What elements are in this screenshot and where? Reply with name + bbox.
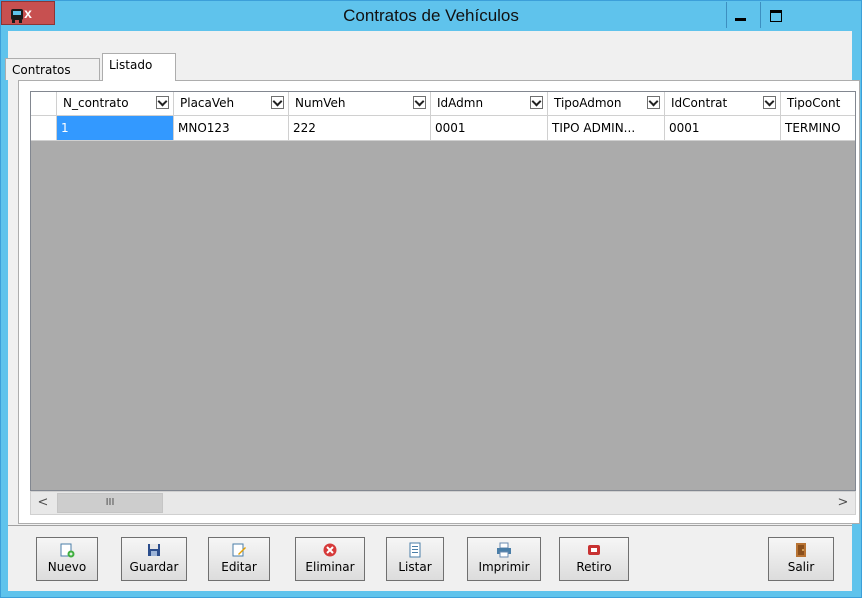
salir-button[interactable]: Salir <box>768 537 834 581</box>
imprimir-button[interactable]: Imprimir <box>467 537 541 581</box>
retiro-button[interactable]: Retiro <box>559 537 629 581</box>
tab-listado[interactable]: Listado <box>102 53 176 81</box>
new-document-icon <box>60 543 75 558</box>
table-cell[interactable]: TERMINO <box>781 116 855 141</box>
list-icon <box>409 542 421 558</box>
column-header-tipocont[interactable]: TipoCont <box>781 92 855 116</box>
column-header-placaveh[interactable]: PlacaVeh <box>174 92 289 116</box>
column-header-numveh[interactable]: NumVeh <box>289 92 431 116</box>
filter-dropdown-icon[interactable] <box>647 96 660 109</box>
filter-dropdown-icon[interactable] <box>271 96 284 109</box>
minimize-button[interactable] <box>726 2 756 28</box>
grid-corner-header[interactable] <box>31 92 57 116</box>
table-cell[interactable]: 0001 <box>431 116 548 141</box>
nuevo-label: Nuevo <box>47 560 87 574</box>
filter-dropdown-icon[interactable] <box>413 96 426 109</box>
minimize-icon <box>735 18 746 21</box>
editar-label: Editar <box>221 560 257 574</box>
filter-dropdown-icon[interactable] <box>156 96 169 109</box>
table-cell[interactable]: TIPO ADMIN... <box>548 116 665 141</box>
table-cell[interactable]: 1 <box>57 116 174 141</box>
guardar-label: Guardar <box>129 560 179 574</box>
salir-label: Salir <box>787 560 815 574</box>
retiro-label: Retiro <box>576 560 612 574</box>
scroll-left-button[interactable]: < <box>31 492 55 514</box>
listar-button[interactable]: Listar <box>386 537 444 581</box>
row-header[interactable] <box>31 116 57 141</box>
eliminar-button[interactable]: Eliminar <box>295 537 365 581</box>
scroll-right-button[interactable]: > <box>831 492 855 514</box>
horizontal-scrollbar[interactable]: < III > <box>30 491 856 515</box>
table-cell[interactable]: MNO123 <box>174 116 289 141</box>
filter-dropdown-icon[interactable] <box>530 96 543 109</box>
printer-icon <box>497 542 511 558</box>
table-cell[interactable]: 0001 <box>665 116 781 141</box>
column-header-n-contrato[interactable]: N_contrato <box>57 92 174 116</box>
title-bar[interactable]: Contratos de Vehículos x <box>1 1 861 31</box>
column-header-idadmn[interactable]: IdAdmn <box>431 92 548 116</box>
exit-door-icon <box>796 543 806 557</box>
eliminar-label: Eliminar <box>305 560 355 574</box>
maximize-icon <box>770 10 782 22</box>
retire-icon <box>588 545 600 555</box>
delete-icon <box>323 543 337 557</box>
imprimir-label: Imprimir <box>478 560 530 574</box>
column-header-tipoadmon[interactable]: TipoAdmon <box>548 92 665 116</box>
filter-dropdown-icon[interactable] <box>763 96 776 109</box>
edit-document-icon <box>232 543 246 557</box>
listar-label: Listar <box>398 560 432 574</box>
maximize-button[interactable] <box>760 2 790 28</box>
tab-contratos[interactable]: Contratos <box>5 58 100 80</box>
scroll-thumb[interactable]: III <box>57 493 163 513</box>
guardar-button[interactable]: Guardar <box>121 537 187 581</box>
floppy-disk-icon <box>148 544 160 556</box>
divider <box>8 525 852 526</box>
nuevo-button[interactable]: Nuevo <box>36 537 98 581</box>
data-grid[interactable]: N_contrato PlacaVeh NumVeh IdAdmn TipoAd… <box>30 91 856 491</box>
editar-button[interactable]: Editar <box>208 537 270 581</box>
table-cell[interactable]: 222 <box>289 116 431 141</box>
column-header-idcontrat[interactable]: IdContrat <box>665 92 781 116</box>
